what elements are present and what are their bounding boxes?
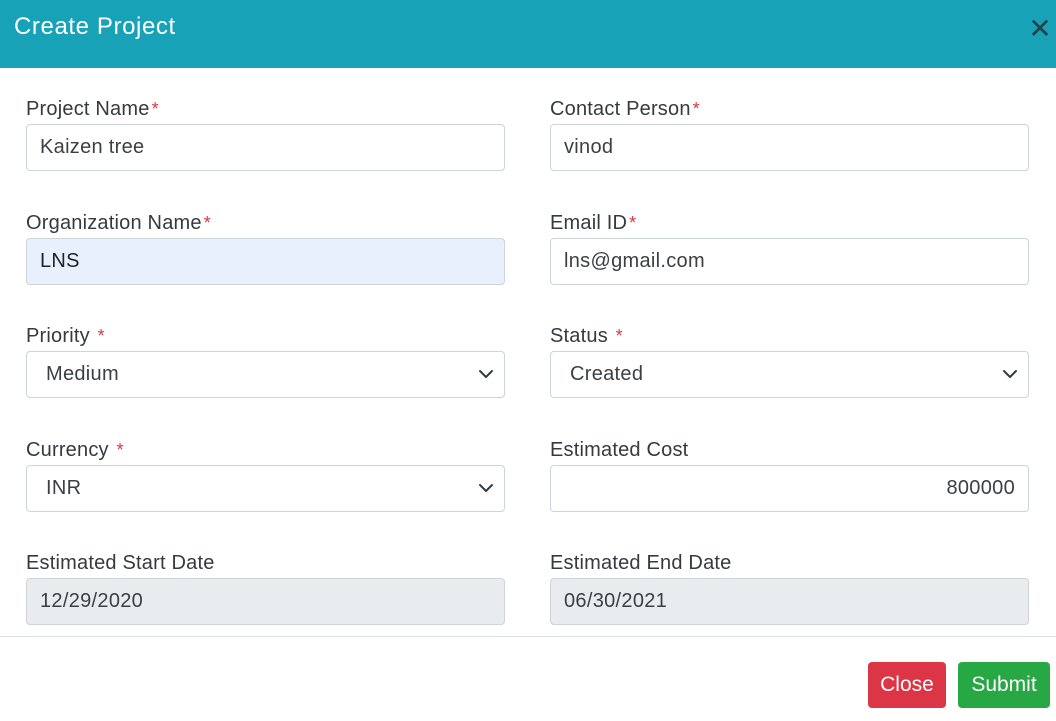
required-asterisk: *	[97, 326, 105, 346]
priority-selected-value: Medium	[46, 363, 119, 385]
estimated-cost-input[interactable]: 800000	[550, 465, 1029, 512]
organization-name-label: Organization Name *	[26, 212, 211, 234]
estimated-end-date-input[interactable]: 06/30/2021	[550, 578, 1029, 625]
chevron-down-icon	[479, 484, 493, 492]
estimated-start-date-label: Estimated Start Date	[26, 552, 215, 574]
estimated-start-date-field: Estimated Start Date 12/29/2020	[26, 551, 505, 625]
estimated-cost-label: Estimated Cost	[550, 439, 689, 461]
submit-button[interactable]: Submit	[958, 662, 1050, 708]
chevron-down-icon	[1003, 370, 1017, 378]
required-asterisk: *	[692, 99, 700, 119]
priority-label: Priority *	[26, 325, 105, 347]
project-name-label: Project Name *	[26, 98, 159, 120]
project-name-input[interactable]: Kaizen tree	[26, 124, 505, 171]
estimated-start-date-input[interactable]: 12/29/2020	[26, 578, 505, 625]
estimated-end-date-field: Estimated End Date 06/30/2021	[550, 551, 1029, 625]
chevron-down-icon	[479, 370, 493, 378]
currency-selected-value: INR	[46, 477, 82, 499]
required-asterisk: *	[151, 99, 159, 119]
currency-label: Currency *	[26, 439, 124, 461]
required-asterisk: *	[203, 213, 211, 233]
currency-select[interactable]: INR	[26, 465, 505, 512]
email-id-field: Email ID * lns@gmail.com	[550, 211, 1029, 285]
status-field: Status * Created	[550, 324, 1029, 398]
estimated-end-date-label: Estimated End Date	[550, 552, 732, 574]
status-selected-value: Created	[570, 363, 644, 385]
organization-name-field: Organization Name * LNS	[26, 211, 505, 285]
close-icon[interactable]: ✕	[1028, 14, 1052, 44]
project-name-field: Project Name * Kaizen tree	[26, 97, 505, 171]
organization-name-input[interactable]: LNS	[26, 238, 505, 285]
contact-person-label: Contact Person *	[550, 98, 700, 120]
email-id-label: Email ID *	[550, 212, 637, 234]
priority-field: Priority * Medium	[26, 324, 505, 398]
required-asterisk: *	[116, 440, 124, 460]
status-select[interactable]: Created	[550, 351, 1029, 398]
required-asterisk: *	[615, 326, 623, 346]
contact-person-field: Contact Person * vinod	[550, 97, 1029, 171]
modal-body: Project Name * Kaizen tree Contact Person…	[0, 68, 1056, 636]
email-id-input[interactable]: lns@gmail.com	[550, 238, 1029, 285]
close-button[interactable]: Close	[868, 662, 946, 708]
modal-header: Create Project ✕	[0, 0, 1056, 68]
priority-select[interactable]: Medium	[26, 351, 505, 398]
required-asterisk: *	[629, 213, 637, 233]
modal-title: Create Project	[14, 13, 176, 40]
estimated-cost-field: Estimated Cost 800000	[550, 438, 1029, 512]
modal-footer: Close Submit	[0, 636, 1056, 721]
status-label: Status *	[550, 325, 623, 347]
currency-field: Currency * INR	[26, 438, 505, 512]
contact-person-input[interactable]: vinod	[550, 124, 1029, 171]
